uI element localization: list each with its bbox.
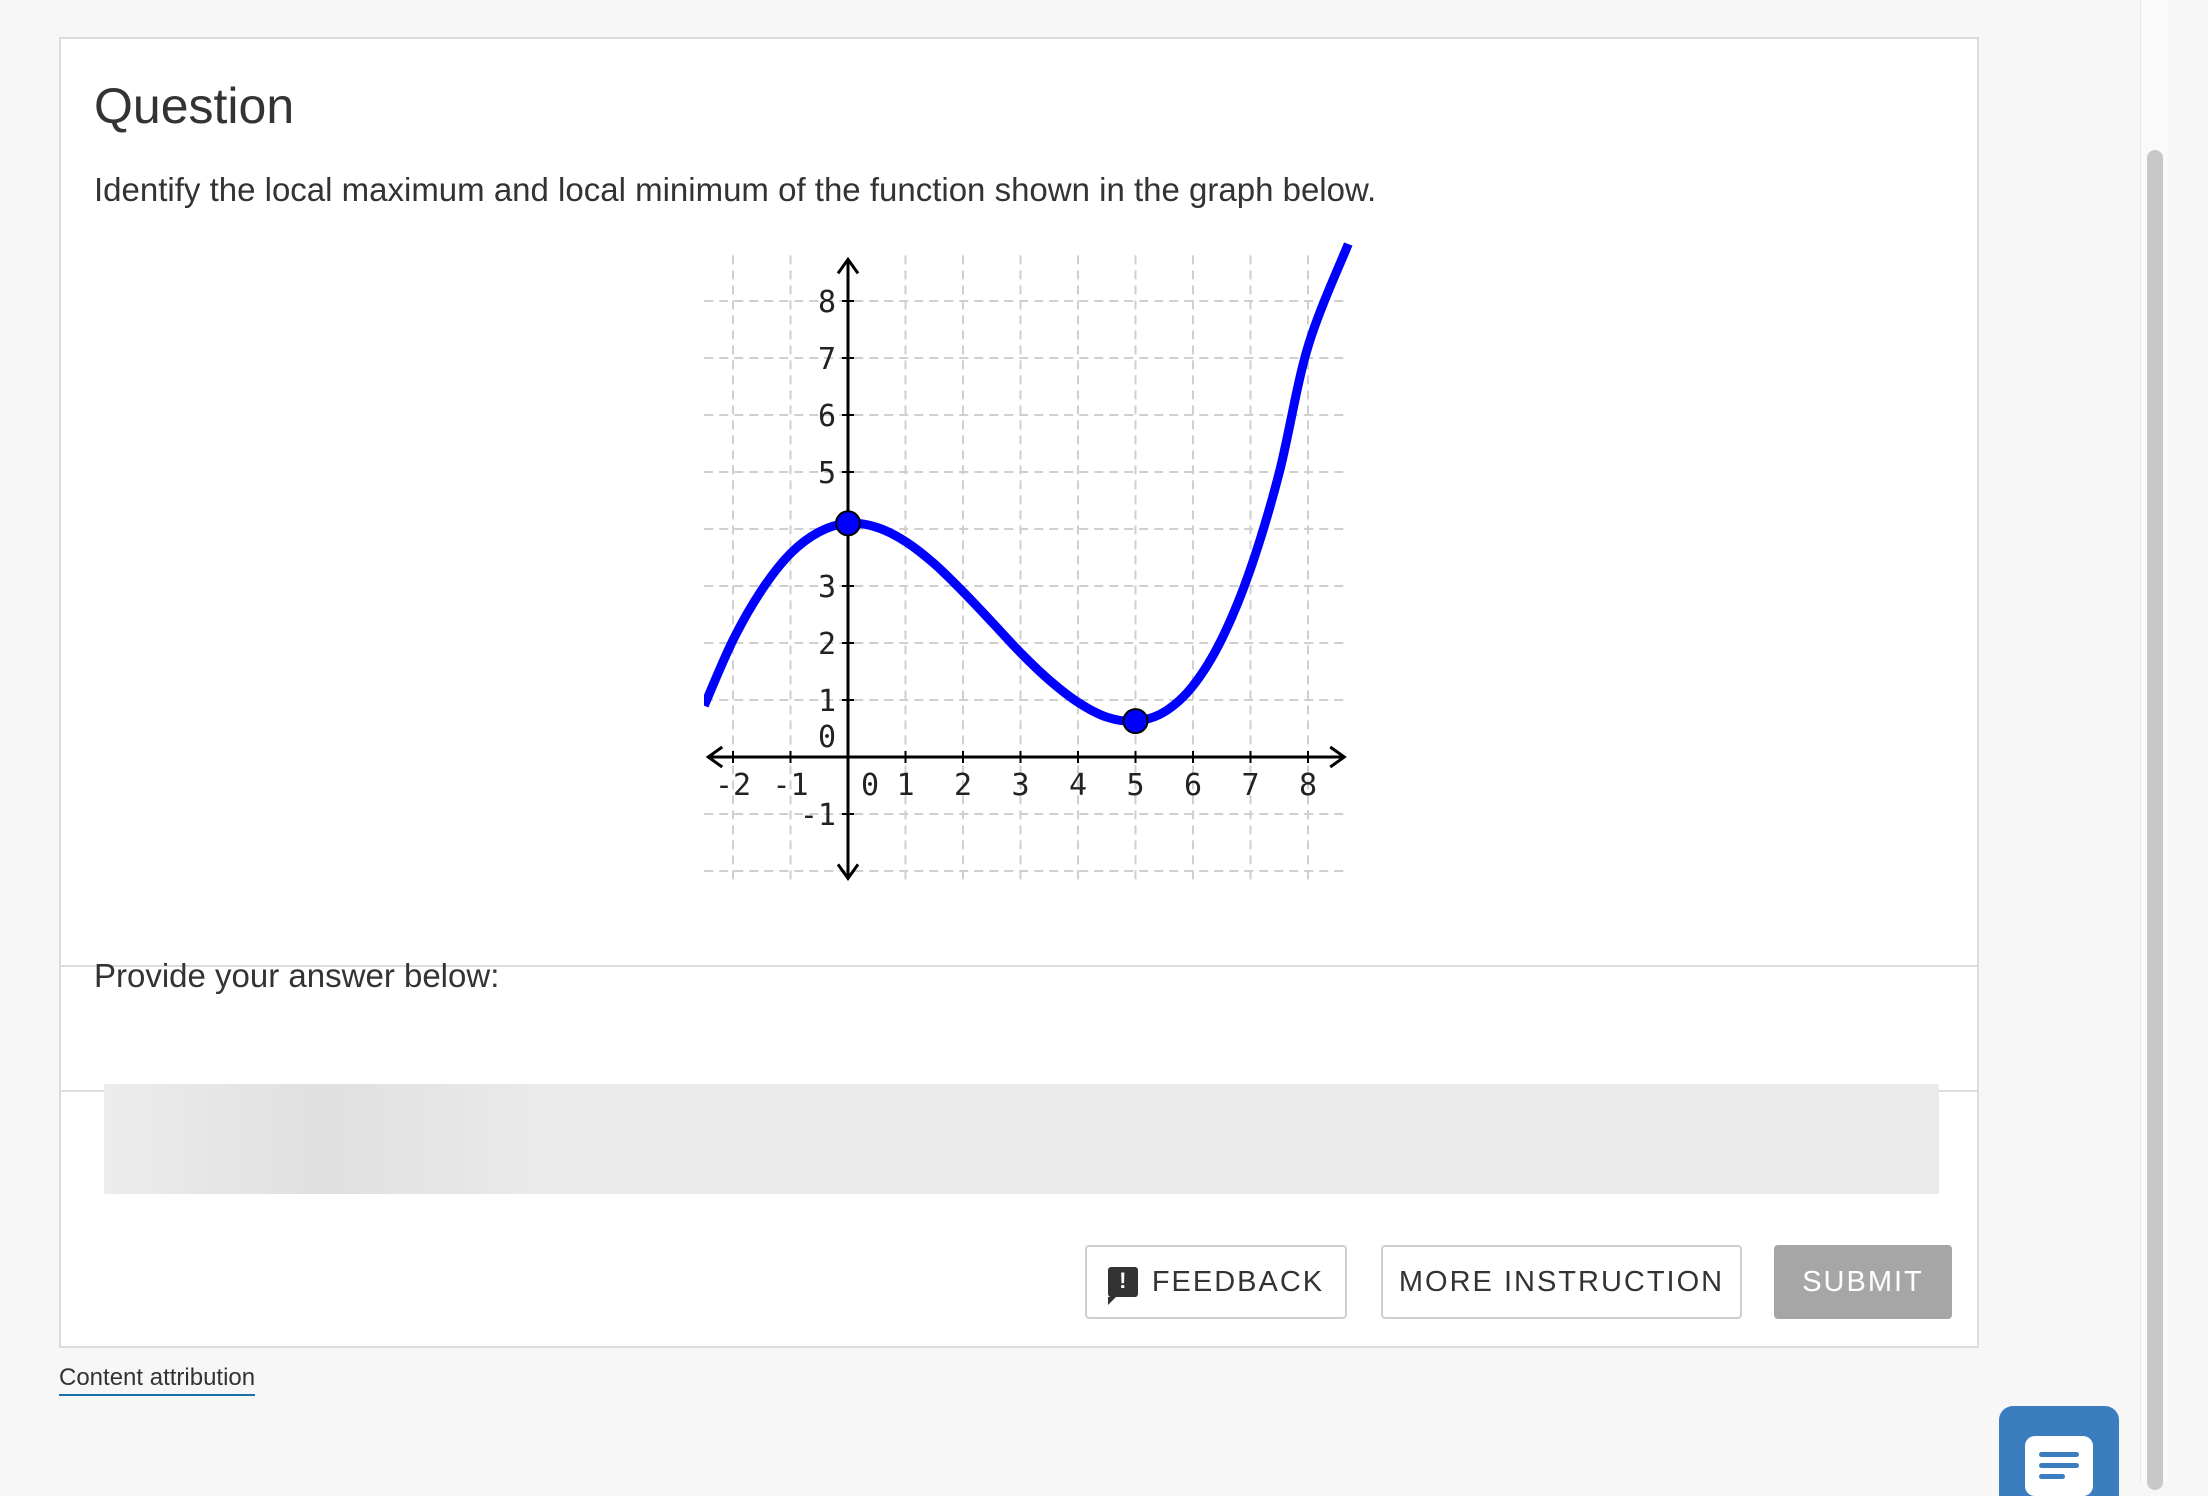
more-instruction-button[interactable]: MORE INSTRUCTION: [1381, 1245, 1742, 1319]
y-tick-label: 5: [818, 456, 836, 491]
x-tick-label: -2: [715, 768, 751, 803]
x-tick-label: 3: [1011, 768, 1029, 803]
question-card: Question Identify the local maximum and …: [59, 37, 1979, 1348]
y-tick-label: 7: [818, 342, 836, 377]
y-tick-label: 2: [818, 627, 836, 662]
x-tick-label: 7: [1241, 768, 1259, 803]
y-tick-label: 3: [818, 570, 836, 605]
answer-input[interactable]: [104, 1084, 1939, 1194]
extremum-point: [1122, 708, 1149, 735]
content-attribution-link[interactable]: Content attribution: [59, 1364, 256, 1396]
function-curve: [704, 242, 1353, 726]
x-tick-label: 0: [861, 768, 879, 803]
more-instruction-label: MORE INSTRUCTION: [1398, 1265, 1725, 1298]
x-tick-label: 5: [1126, 768, 1144, 803]
x-tick-label: 4: [1069, 768, 1087, 803]
y-tick-label: 8: [818, 285, 836, 320]
y-tick-label: -1: [800, 798, 836, 833]
submit-button[interactable]: SUBMIT: [1774, 1245, 1952, 1319]
answer-label: Provide your answer below:: [94, 957, 500, 994]
feedback-button-label: FEEDBACK: [1151, 1265, 1325, 1298]
y-tick-label: 0: [818, 720, 836, 755]
function-graph: -2 -1 0 1 2 3 4 5 6 7 887653210-1: [704, 242, 1353, 883]
submit-button-label: SUBMIT: [1802, 1265, 1924, 1298]
feedback-icon: [1107, 1267, 1138, 1305]
question-title: Question: [94, 78, 295, 134]
chat-icon: [2025, 1436, 2093, 1496]
page: Question Identify the local maximum and …: [0, 0, 2180, 1496]
extremum-point: [835, 510, 861, 537]
x-tick-label: 1: [896, 768, 914, 803]
y-tick-label: 6: [818, 399, 836, 434]
feedback-button[interactable]: FEEDBACK: [1085, 1245, 1347, 1319]
scrollbar-thumb[interactable]: [2147, 150, 2163, 1490]
question-prompt: Identify the local maximum and local min…: [94, 171, 1377, 208]
scrollbar[interactable]: [2140, 0, 2169, 1490]
x-tick-label: 8: [1299, 768, 1317, 803]
x-tick-label: 6: [1184, 768, 1202, 803]
y-tick-label: 1: [818, 684, 836, 719]
x-tick-label: 2: [954, 768, 972, 803]
chat-button[interactable]: [1999, 1406, 2119, 1496]
